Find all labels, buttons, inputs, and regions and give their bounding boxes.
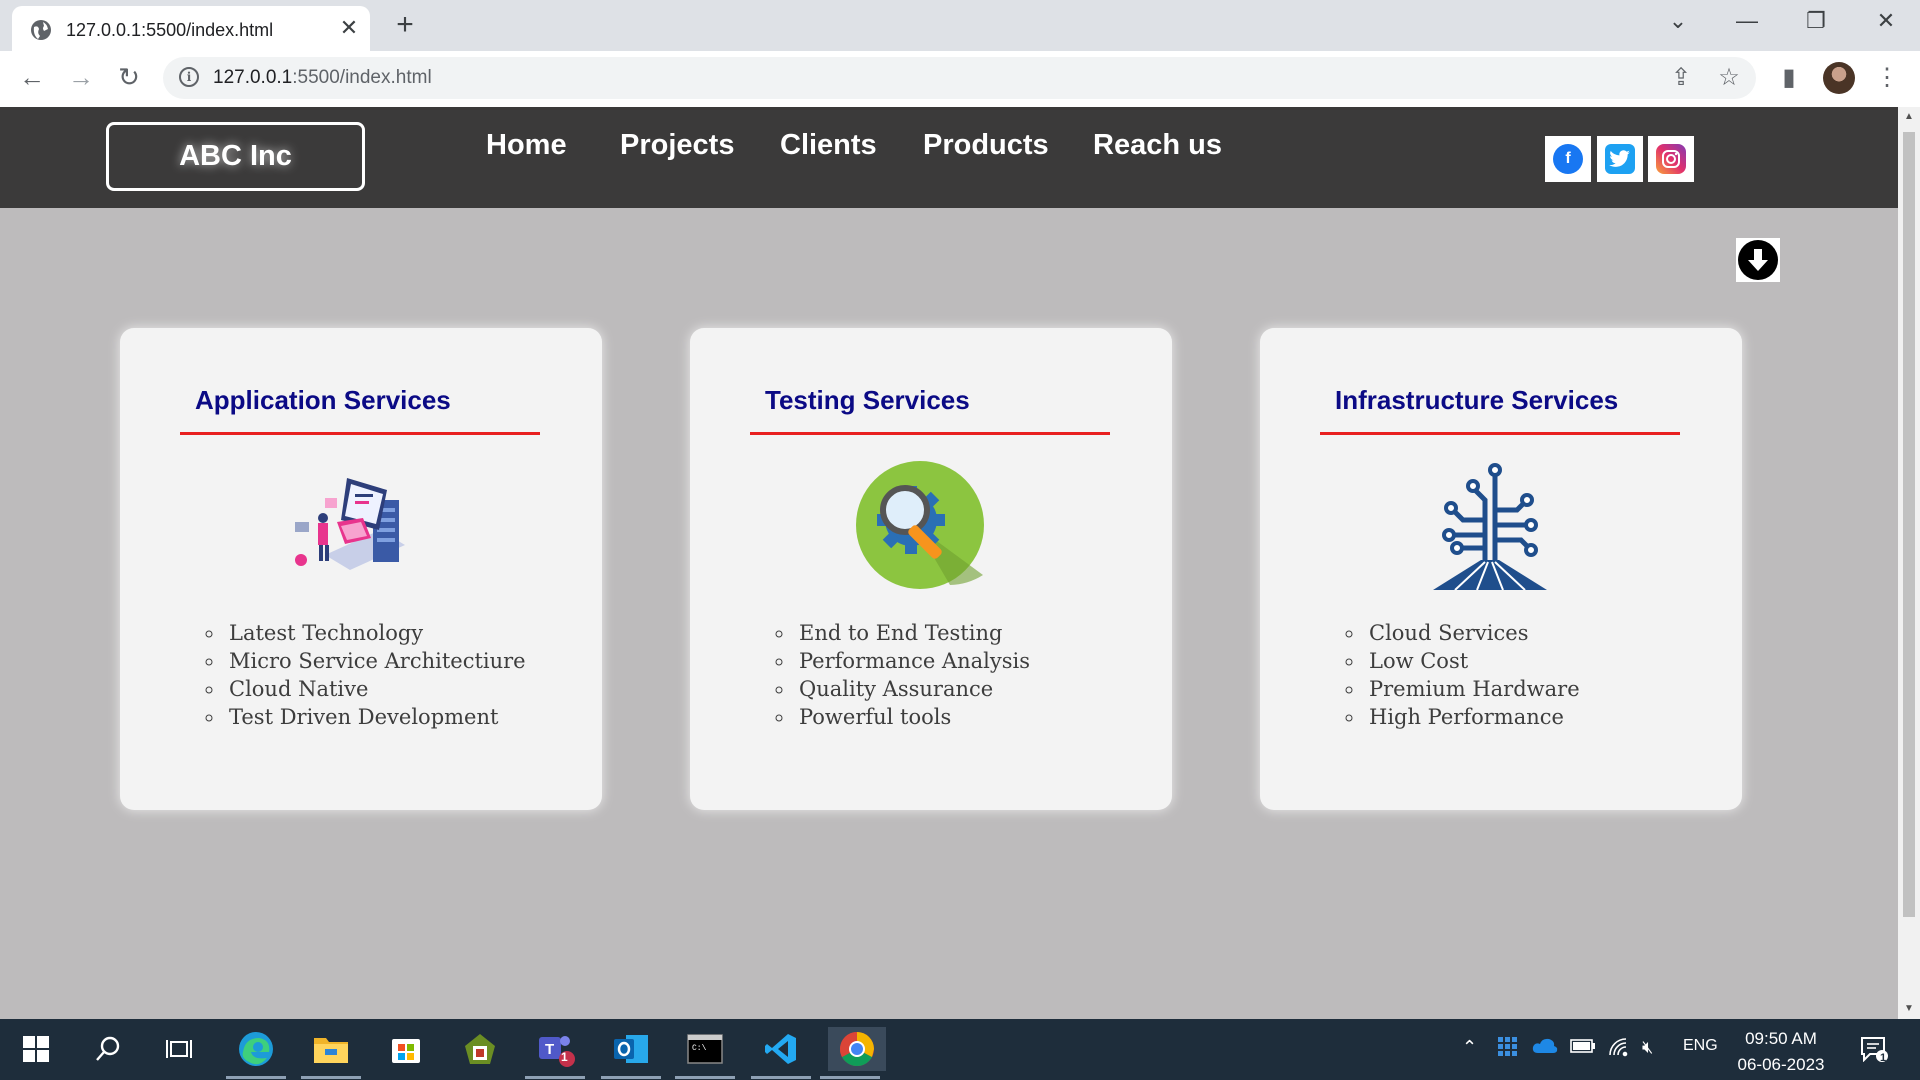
scroll-down-button[interactable] bbox=[1736, 238, 1780, 282]
bookmark-star-icon[interactable]: ☆ bbox=[1712, 63, 1746, 92]
list-item: High Performance bbox=[1365, 703, 1580, 731]
developer-illustration-icon bbox=[295, 478, 405, 570]
site-navbar: ABC Inc Home Projects Clients Products R… bbox=[0, 107, 1898, 208]
vscode-icon[interactable] bbox=[751, 1027, 811, 1079]
minimize-button[interactable]: — bbox=[1727, 8, 1767, 34]
nav-products[interactable]: Products bbox=[923, 129, 1049, 162]
system-clock[interactable]: 09:50 AM 06-06-2023 bbox=[1735, 1026, 1827, 1078]
site-info-icon[interactable]: i bbox=[179, 67, 199, 87]
battery-icon[interactable] bbox=[1570, 1037, 1596, 1058]
card-title: Application Services bbox=[195, 385, 451, 415]
share-icon[interactable]: ⇪ bbox=[1664, 63, 1698, 92]
url-host: 127.0.0.1 bbox=[213, 67, 293, 88]
nav-clients[interactable]: Clients bbox=[780, 129, 877, 162]
facebook-icon[interactable]: f bbox=[1545, 136, 1591, 182]
nav-projects[interactable]: Projects bbox=[620, 129, 734, 162]
windows-taskbar: T 1 C:\ ⌃ 🔇︎ ENG 09:50 AM 06-06-2023 1 bbox=[0, 1019, 1920, 1080]
magnifier-gear-icon bbox=[856, 461, 984, 589]
svg-text:C:\: C:\ bbox=[692, 1044, 707, 1053]
list-item: Latest Technology bbox=[225, 619, 526, 647]
notification-count: 1 bbox=[1880, 1052, 1887, 1064]
windows-start-icon[interactable] bbox=[14, 1027, 58, 1071]
edge-browser-icon[interactable] bbox=[226, 1027, 286, 1079]
address-bar[interactable]: i 127.0.0.1:5500/index.html bbox=[163, 57, 1756, 99]
card-title: Infrastructure Services bbox=[1335, 385, 1619, 415]
menu-kebab-icon[interactable]: ⋮ bbox=[1870, 63, 1904, 92]
instagram-icon[interactable] bbox=[1648, 136, 1694, 182]
url-path: :5500/index.html bbox=[292, 67, 432, 88]
speaker-muted-icon[interactable]: 🔇︎ bbox=[1642, 1037, 1653, 1058]
close-window-button[interactable]: ✕ bbox=[1866, 8, 1906, 34]
close-tab-icon[interactable]: ✕ bbox=[336, 15, 362, 41]
list-item: Low Cost bbox=[1365, 647, 1580, 675]
list-item: End to End Testing bbox=[795, 619, 1030, 647]
list-item: Powerful tools bbox=[795, 703, 1030, 731]
tab-title: 127.0.0.1:5500/index.html bbox=[66, 20, 274, 40]
profile-avatar[interactable] bbox=[1823, 62, 1855, 94]
title-underline bbox=[180, 432, 540, 435]
card-title: Testing Services bbox=[765, 385, 970, 415]
scrollbar-thumb[interactable] bbox=[1903, 132, 1915, 917]
language-indicator[interactable]: ENG bbox=[1683, 1037, 1718, 1055]
twitter-icon[interactable] bbox=[1597, 136, 1643, 182]
chrome-icon[interactable] bbox=[820, 1027, 886, 1079]
site-logo[interactable]: ABC Inc bbox=[106, 122, 365, 191]
nav-reach-us[interactable]: Reach us bbox=[1093, 129, 1222, 162]
teams-badge: 1 bbox=[561, 1050, 568, 1064]
service-card-infrastructure: Infrastructure Services ◦ Cloud Services… bbox=[1260, 328, 1742, 810]
side-panel-icon[interactable]: ▮ bbox=[1772, 63, 1806, 92]
forward-button[interactable]: → bbox=[63, 62, 99, 93]
file-explorer-icon[interactable] bbox=[301, 1027, 361, 1079]
reload-button[interactable]: ↻ bbox=[111, 62, 147, 93]
service-card-testing: Testing Services End to End Testing Perf… bbox=[690, 328, 1172, 810]
notifications-icon[interactable]: 1 bbox=[1852, 1027, 1896, 1071]
svg-text:T: T bbox=[545, 1041, 554, 1058]
title-underline bbox=[750, 432, 1110, 435]
list-item: Micro Service Architectiure bbox=[225, 647, 526, 675]
clock-date: 06-06-2023 bbox=[1737, 1055, 1825, 1074]
search-icon[interactable] bbox=[86, 1027, 130, 1071]
globe-icon bbox=[31, 20, 51, 40]
title-underline bbox=[1320, 432, 1680, 435]
show-hidden-icons-chevron-icon[interactable]: ⌃ bbox=[1462, 1037, 1477, 1058]
scroll-down-arrow-icon[interactable]: ▼ bbox=[1902, 1003, 1916, 1014]
service-card-application: Application Services Latest Technology bbox=[120, 328, 602, 810]
list-item: Test Driven Development bbox=[225, 703, 526, 731]
back-button[interactable]: ← bbox=[14, 62, 50, 93]
restore-button[interactable]: ❐ bbox=[1796, 8, 1836, 34]
app-icon[interactable] bbox=[458, 1027, 502, 1071]
new-tab-button[interactable]: + bbox=[388, 8, 422, 42]
nav-home[interactable]: Home bbox=[486, 129, 567, 162]
onedrive-cloud-icon[interactable] bbox=[1532, 1037, 1558, 1060]
tab-search-icon[interactable]: ⌄ bbox=[1658, 8, 1698, 34]
arrow-down-icon bbox=[1738, 240, 1778, 280]
list-item: Quality Assurance bbox=[795, 675, 1030, 703]
wifi-icon[interactable] bbox=[1608, 1037, 1630, 1062]
list-item: Premium Hardware bbox=[1365, 675, 1580, 703]
list-item: Cloud Services bbox=[1365, 619, 1580, 647]
web-page: ABC Inc Home Projects Clients Products R… bbox=[0, 107, 1898, 1019]
scroll-up-arrow-icon[interactable]: ▲ bbox=[1902, 111, 1916, 122]
teams-icon[interactable]: T 1 bbox=[525, 1027, 585, 1079]
terminal-icon[interactable]: C:\ bbox=[675, 1027, 735, 1079]
clock-time: 09:50 AM bbox=[1745, 1029, 1817, 1048]
outlook-icon[interactable] bbox=[601, 1027, 661, 1079]
browser-tab[interactable]: 127.0.0.1:5500/index.html ✕ bbox=[12, 6, 370, 51]
microsoft-store-icon[interactable] bbox=[384, 1027, 428, 1071]
list-item: Performance Analysis bbox=[795, 647, 1030, 675]
task-view-icon[interactable] bbox=[157, 1027, 201, 1071]
page-scrollbar[interactable]: ▲ ▼ bbox=[1898, 107, 1920, 1019]
circuit-tree-icon bbox=[1433, 463, 1547, 590]
keyboard-grid-icon[interactable] bbox=[1498, 1037, 1518, 1062]
list-item: Cloud Native bbox=[225, 675, 526, 703]
